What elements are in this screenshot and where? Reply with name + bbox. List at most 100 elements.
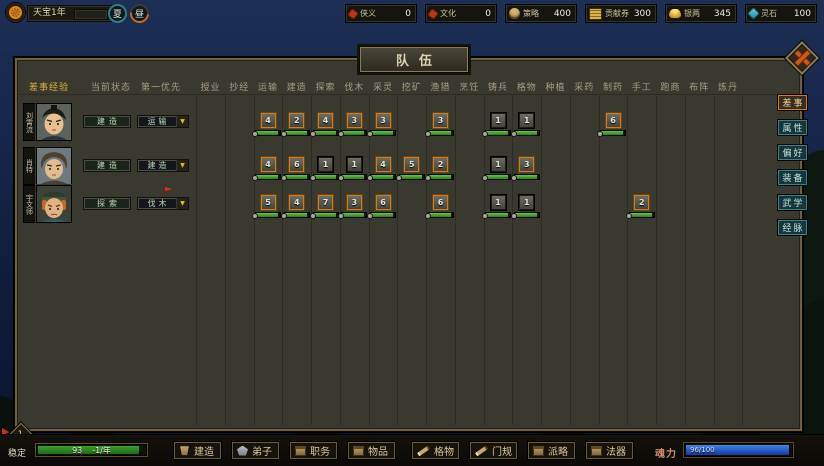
skill-level-badge[interactable]: 1	[346, 157, 362, 172]
skill-level-badge[interactable]: 7	[318, 195, 333, 210]
disciple-icon	[237, 445, 248, 456]
grid-line	[426, 96, 427, 425]
soul-label: 魂力	[655, 449, 677, 460]
resource-chip: 银两 345	[665, 4, 737, 23]
toolbar-button-职务[interactable]: 职务	[289, 441, 338, 460]
skill-level-badge[interactable]: 2	[289, 113, 305, 128]
panel-title-plaque: 队伍	[359, 46, 469, 73]
priority-dropdown[interactable]: 运输 ▼	[137, 115, 189, 128]
header-3: 第一优先	[140, 83, 181, 93]
settings-gear-icon[interactable]	[6, 3, 25, 22]
grid-line	[742, 96, 744, 425]
skill-cell-格物: 1	[510, 113, 541, 137]
skill-level-badge[interactable]: 6	[605, 113, 621, 128]
resource-label: 文化	[440, 9, 456, 18]
game-screen: 天宝1年 夏 昼 侠义 0 文化 0 策略 400 贡献券 300 银两 345 灵石 100 队伍 …	[0, 0, 824, 466]
stability-bar: 93 -1/年	[36, 444, 147, 456]
alert-flag-icon	[164, 187, 172, 197]
grid-line	[541, 96, 542, 425]
skill-cell-采灵: 6	[367, 195, 398, 219]
stability-value: 93	[72, 445, 83, 455]
resource-label: 银两	[684, 9, 700, 18]
toolbar-button-建造[interactable]: 建造	[173, 441, 222, 460]
skill-progress-bar	[367, 130, 396, 137]
tab-武学[interactable]: 武学	[777, 194, 808, 211]
skill-level-badge[interactable]: 6	[289, 157, 305, 172]
grid-line	[368, 96, 370, 425]
tab-差事[interactable]: 差事	[777, 94, 808, 111]
tab-装备[interactable]: 装备	[777, 169, 808, 186]
skill-progress-bar	[309, 130, 339, 137]
skill-level-badge[interactable]: 1	[490, 157, 506, 172]
skill-level-badge[interactable]: 3	[346, 113, 362, 128]
resource-list: 侠义 0 文化 0 策略 400 贡献券 300 银两 345 灵石 100	[337, 4, 817, 23]
skill-level-badge[interactable]: 5	[404, 157, 420, 172]
skill-progress-bar	[252, 174, 281, 181]
skill-level-badge[interactable]: 4	[375, 157, 391, 172]
skill-level-badge[interactable]: 2	[634, 195, 650, 210]
stability-label: 稳定	[8, 449, 27, 459]
toolbar-button-label: 派略	[548, 447, 568, 458]
close-button[interactable]	[785, 41, 819, 75]
skill-level-badge[interactable]: 3	[346, 195, 362, 210]
skill-progress-bar	[309, 174, 339, 181]
artifact-icon	[591, 445, 602, 456]
toolbar-button-物品[interactable]: 物品	[347, 441, 396, 460]
toolbar-button-弟子[interactable]: 弟子	[231, 441, 280, 460]
skill-level-badge[interactable]: 2	[433, 157, 448, 172]
tab-属性[interactable]: 属性	[777, 119, 808, 136]
toolbar-button-派略[interactable]: 派略	[527, 441, 576, 460]
toolbar-button-格物[interactable]: 格物	[411, 441, 460, 460]
toolbar-button-label: 法器	[606, 447, 626, 458]
skill-level-badge[interactable]: 3	[433, 113, 448, 128]
skill-header: 授业	[200, 83, 221, 93]
panel-title: 队伍	[395, 54, 442, 69]
skill-cell-铸兵: 1	[482, 195, 513, 219]
skill-level-badge[interactable]: 3	[519, 157, 535, 172]
skill-header: 种植	[545, 83, 566, 93]
skill-level-badge[interactable]: 4	[260, 113, 276, 128]
current-status: 探索	[83, 197, 131, 210]
skill-level-badge[interactable]: 1	[519, 113, 535, 128]
character-portrait[interactable]	[36, 185, 72, 223]
skill-level-badge[interactable]: 4	[318, 113, 333, 128]
strategy-icon	[509, 8, 520, 19]
priority-dropdown[interactable]: 建造 ▼	[137, 159, 189, 172]
skill-header: 探索	[315, 83, 336, 93]
skill-cell-格物: 3	[510, 157, 541, 181]
skill-level-badge[interactable]: 6	[375, 195, 391, 210]
skill-header: 采灵	[372, 83, 393, 93]
skill-cell-建造: 2	[280, 113, 311, 137]
resource-chip: 灵石 100	[745, 4, 817, 23]
skill-level-badge[interactable]: 1	[490, 195, 506, 210]
skill-progress-bar	[482, 212, 511, 219]
skill-level-badge[interactable]: 4	[289, 195, 305, 210]
team-row: 刘霄流 建造 运输 ▼ 4 2 4 3 3 3 1 1 6	[15, 103, 802, 143]
resource-label: 策略	[523, 9, 539, 18]
skill-level-badge[interactable]: 5	[260, 195, 276, 210]
tab-经脉[interactable]: 经脉	[777, 219, 808, 236]
toolbar-button-门规[interactable]: 门规	[469, 441, 518, 460]
skill-level-badge[interactable]: 3	[375, 113, 391, 128]
priority-dropdown[interactable]: 伐木 ▼	[137, 197, 189, 210]
skill-header: 布阵	[689, 83, 710, 93]
chevron-down-icon: ▼	[176, 116, 188, 127]
skill-cell-挖矿: 5	[395, 157, 426, 181]
tab-偏好[interactable]: 偏好	[777, 144, 808, 161]
skill-cell-格物: 1	[510, 195, 541, 219]
priority-value: 运输	[147, 117, 170, 126]
character-name: 肖特	[23, 147, 36, 185]
skill-level-badge[interactable]: 1	[490, 113, 506, 128]
skill-header: 炼丹	[717, 83, 738, 93]
skill-level-badge[interactable]: 6	[433, 195, 448, 210]
skill-level-badge[interactable]: 1	[519, 195, 535, 210]
skill-cell-运输: 4	[252, 157, 283, 181]
character-portrait[interactable]	[36, 147, 72, 185]
duty-icon	[295, 445, 306, 456]
toolbar-button-法器[interactable]: 法器	[585, 441, 634, 460]
skill-progress-bar	[597, 130, 626, 137]
skill-level-badge[interactable]: 1	[318, 157, 333, 172]
character-portrait[interactable]	[36, 103, 72, 141]
skill-header: 建造	[286, 83, 307, 93]
skill-level-badge[interactable]: 4	[260, 157, 276, 172]
